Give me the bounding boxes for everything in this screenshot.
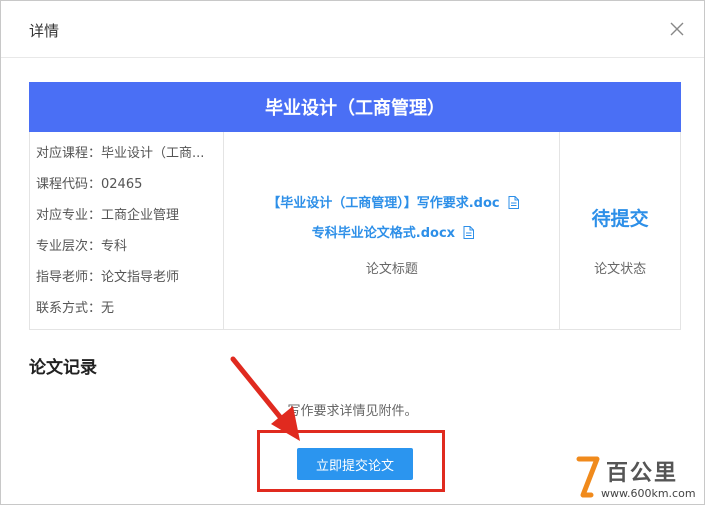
arrow-annotation [230, 356, 300, 441]
detail-dialog: 详情 毕业设计（工商管理） 对应课程：毕业设计（工商... 课程代码：02465… [0, 0, 705, 505]
watermark-brand: 百公里 [606, 461, 679, 486]
watermark-url: www.600km.com [601, 487, 696, 500]
